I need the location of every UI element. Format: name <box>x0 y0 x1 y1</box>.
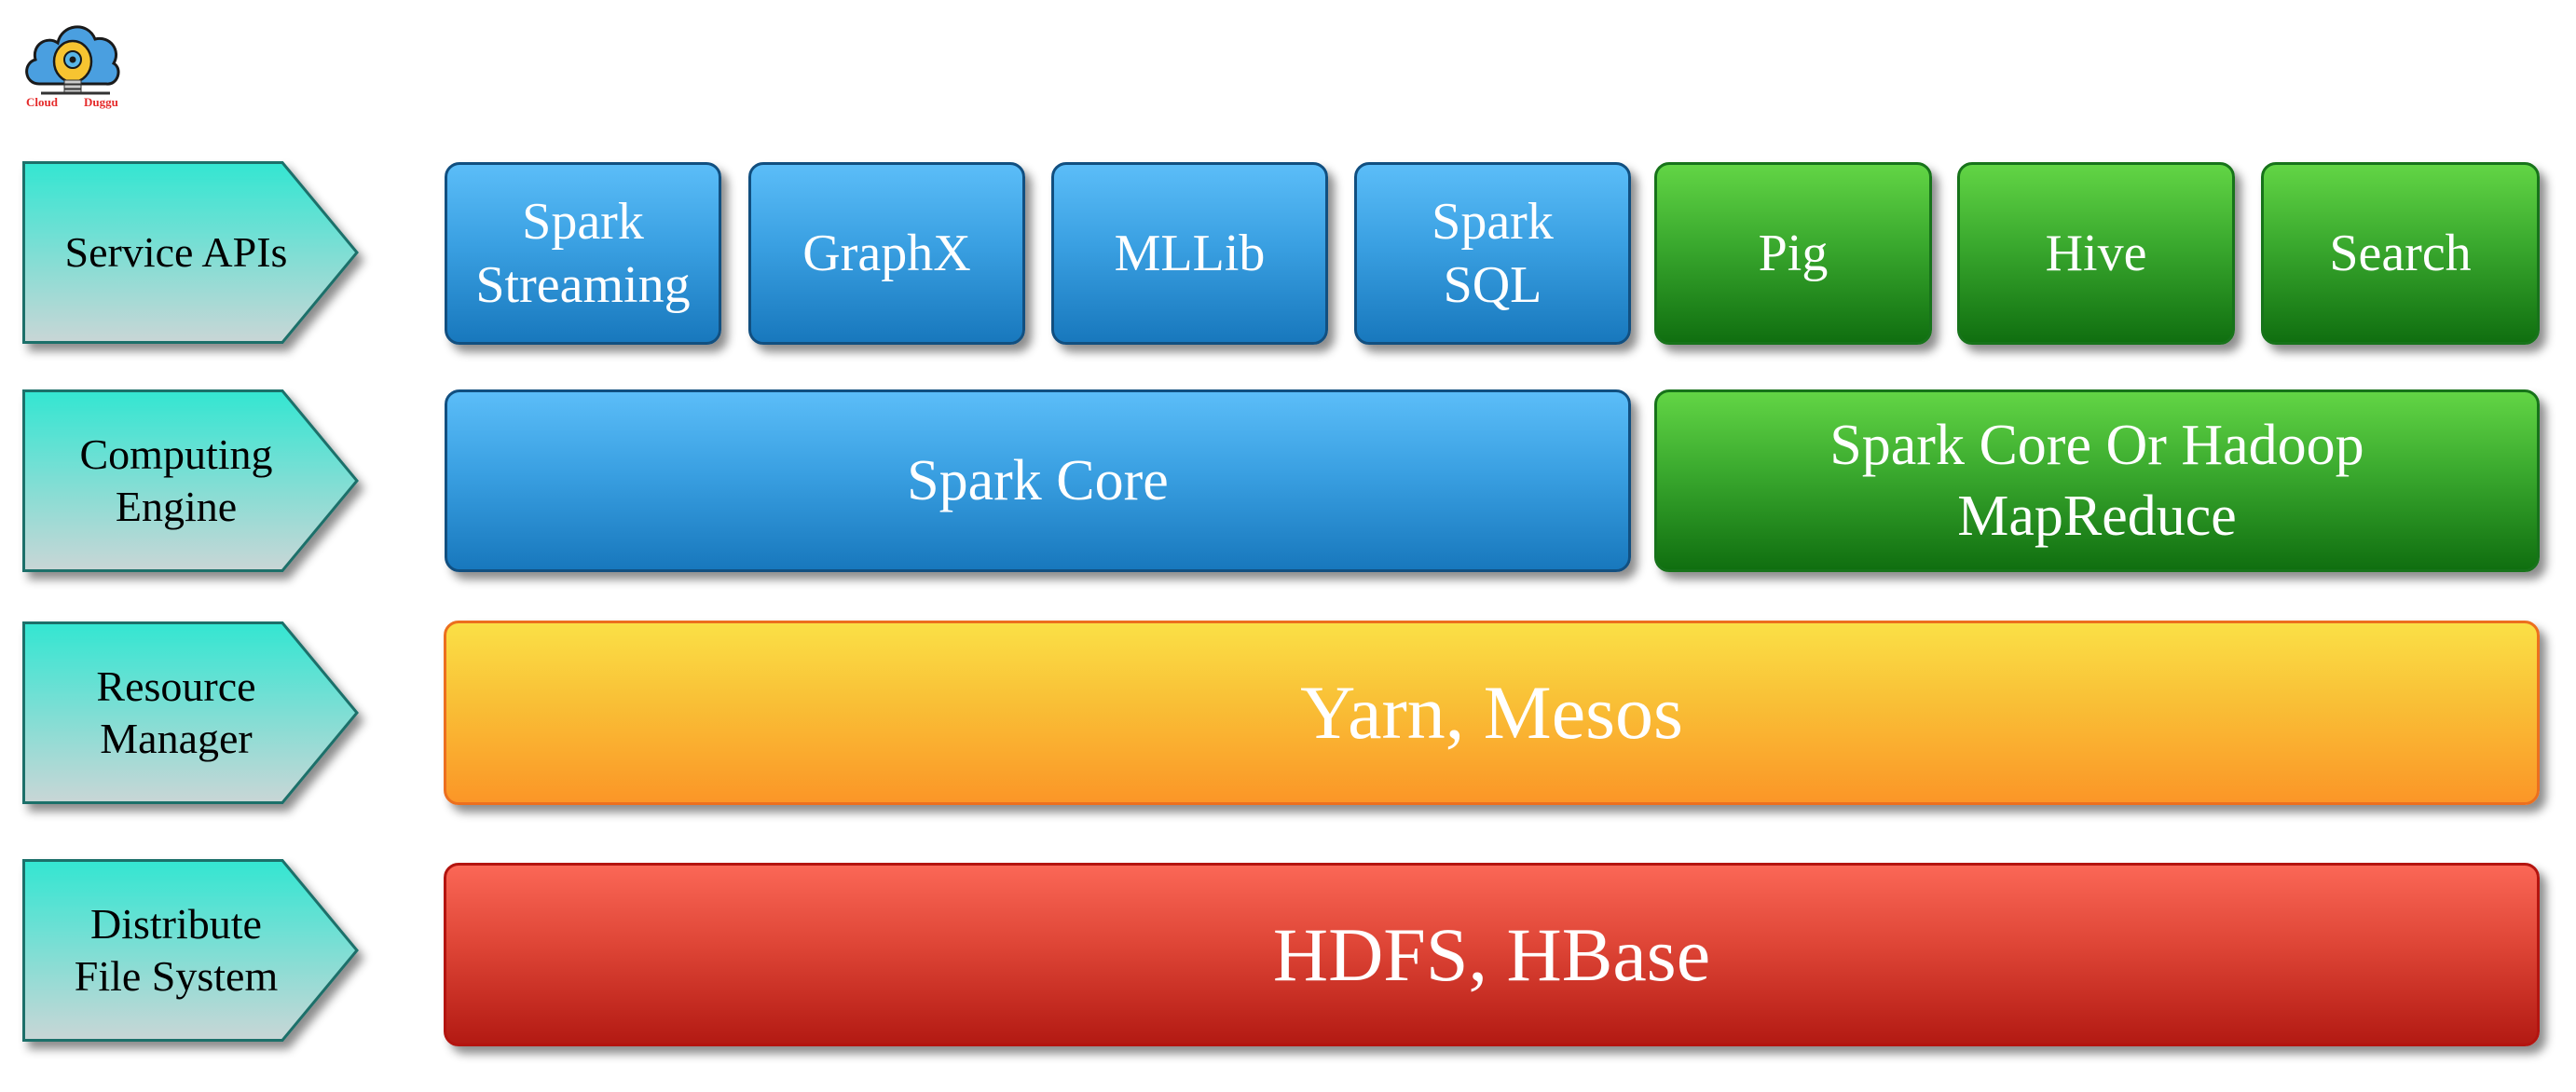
layer-label-text: Service APIs <box>64 228 288 276</box>
logo-text-cloud: Cloud <box>26 95 59 109</box>
cloud-duggu-logo: Cloud Duggu <box>21 11 125 114</box>
box-graphx: GraphX <box>748 162 1025 345</box>
layer-label-text: Distribute File System <box>74 900 279 1000</box>
layer-label-service-apis: Service APIs <box>22 161 360 344</box>
box-hdfs-hbase: HDFS, HBase <box>444 863 2540 1046</box>
box-hive: Hive <box>1957 162 2235 345</box>
box-spark-sql: Spark SQL <box>1354 162 1631 345</box>
layer-label-computing-engine: Computing Engine <box>22 389 360 572</box>
box-search: Search <box>2261 162 2540 345</box>
box-spark-core-or-hadoop-mapreduce: Spark Core Or Hadoop MapReduce <box>1654 389 2540 572</box>
box-spark-core: Spark Core <box>445 389 1631 572</box>
layer-label-resource-manager: Resource Manager <box>22 621 360 804</box>
box-mllib: MLLib <box>1051 162 1328 345</box>
logo-text-duggu: Duggu <box>84 95 118 109</box>
layer-label-text: Computing Engine <box>79 430 273 530</box>
box-yarn-mesos: Yarn, Mesos <box>444 621 2540 805</box>
box-spark-streaming: Spark Streaming <box>445 162 721 345</box>
layer-label-distribute-file-system: Distribute File System <box>22 859 360 1042</box>
layer-label-text: Resource Manager <box>96 662 256 762</box>
box-pig: Pig <box>1654 162 1932 345</box>
cloud-lightbulb-logo-icon: Cloud Duggu <box>25 25 120 109</box>
